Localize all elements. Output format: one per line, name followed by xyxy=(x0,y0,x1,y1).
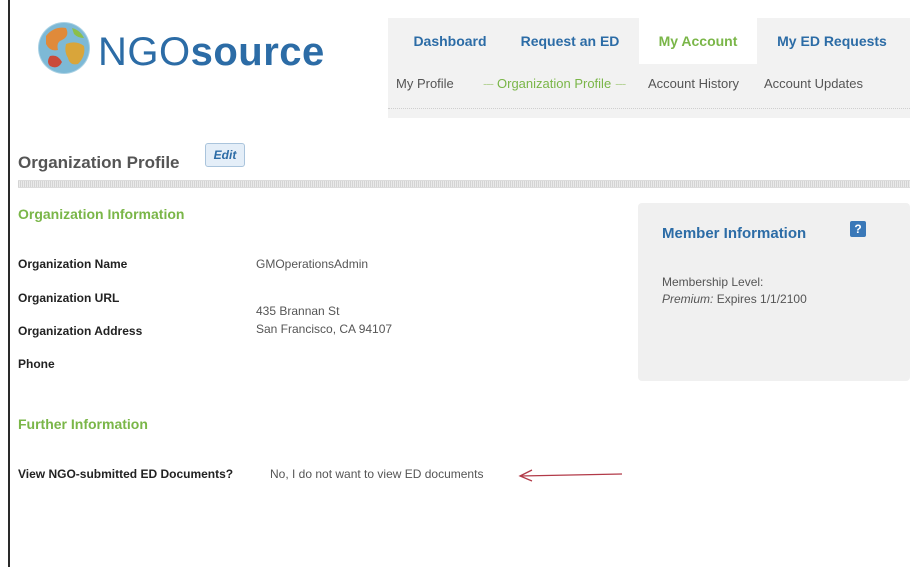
membership-tier: Premium: xyxy=(662,292,714,306)
active-dash-left: --- xyxy=(483,76,494,91)
membership-level-value: Premium: Expires 1/1/2100 xyxy=(662,292,807,306)
active-dash-right: --- xyxy=(615,76,626,91)
membership-expiry: Expires 1/1/2100 xyxy=(716,292,807,306)
view-ed-documents-label: View NGO-submitted ED Documents? xyxy=(18,467,234,481)
org-name-value: GMOperationsAdmin xyxy=(256,257,369,271)
section-divider xyxy=(18,180,910,188)
page-title: Organization Profile xyxy=(18,153,180,172)
org-address-label: Organization Address xyxy=(18,324,143,338)
brand-source-text: source xyxy=(190,30,325,74)
org-address-line1: 435 Brannan St xyxy=(256,304,340,318)
primary-tabs: Dashboard Request an ED My Account My ED… xyxy=(388,18,910,64)
membership-level-label: Membership Level: xyxy=(662,275,764,289)
subtab-organization-profile[interactable]: --- Organization Profile --- xyxy=(479,76,629,91)
help-icon[interactable]: ? xyxy=(850,221,866,237)
annotation-arrow-icon xyxy=(518,469,623,482)
subtab-organization-profile-label: Organization Profile xyxy=(497,76,612,91)
tab-my-ed-requests[interactable]: My ED Requests xyxy=(767,18,897,64)
secondary-tabs: My Profile --- Organization Profile --- Ac… xyxy=(388,76,910,96)
further-info-heading: Further Information xyxy=(18,416,148,432)
subtab-account-updates[interactable]: Account Updates xyxy=(764,76,863,91)
tab-my-account[interactable]: My Account xyxy=(639,18,757,64)
phone-label: Phone xyxy=(18,357,55,371)
org-info-heading: Organization Information xyxy=(18,206,185,222)
org-name-label: Organization Name xyxy=(18,257,128,271)
tab-dashboard[interactable]: Dashboard xyxy=(396,18,504,64)
brand-ngo-text: NGO xyxy=(98,30,191,74)
subtab-account-history[interactable]: Account History xyxy=(648,76,739,91)
subtab-my-profile[interactable]: My Profile xyxy=(396,76,454,91)
member-information-panel: Member Information ? Membership Level: P… xyxy=(638,203,910,381)
globe-logo-icon xyxy=(37,21,91,75)
edit-button[interactable]: Edit xyxy=(205,143,245,167)
member-info-heading: Member Information xyxy=(662,225,807,242)
nav-dotted-divider xyxy=(388,108,910,111)
tab-request-an-ed[interactable]: Request an ED xyxy=(512,18,628,64)
org-url-label: Organization URL xyxy=(18,291,120,305)
brand-wordmark: NGOsource xyxy=(98,30,325,75)
view-ed-documents-value: No, I do not want to view ED documents xyxy=(270,467,484,481)
org-address-line2: San Francisco, CA 94107 xyxy=(256,322,393,336)
main-navigation: Dashboard Request an ED My Account My ED… xyxy=(388,18,910,118)
